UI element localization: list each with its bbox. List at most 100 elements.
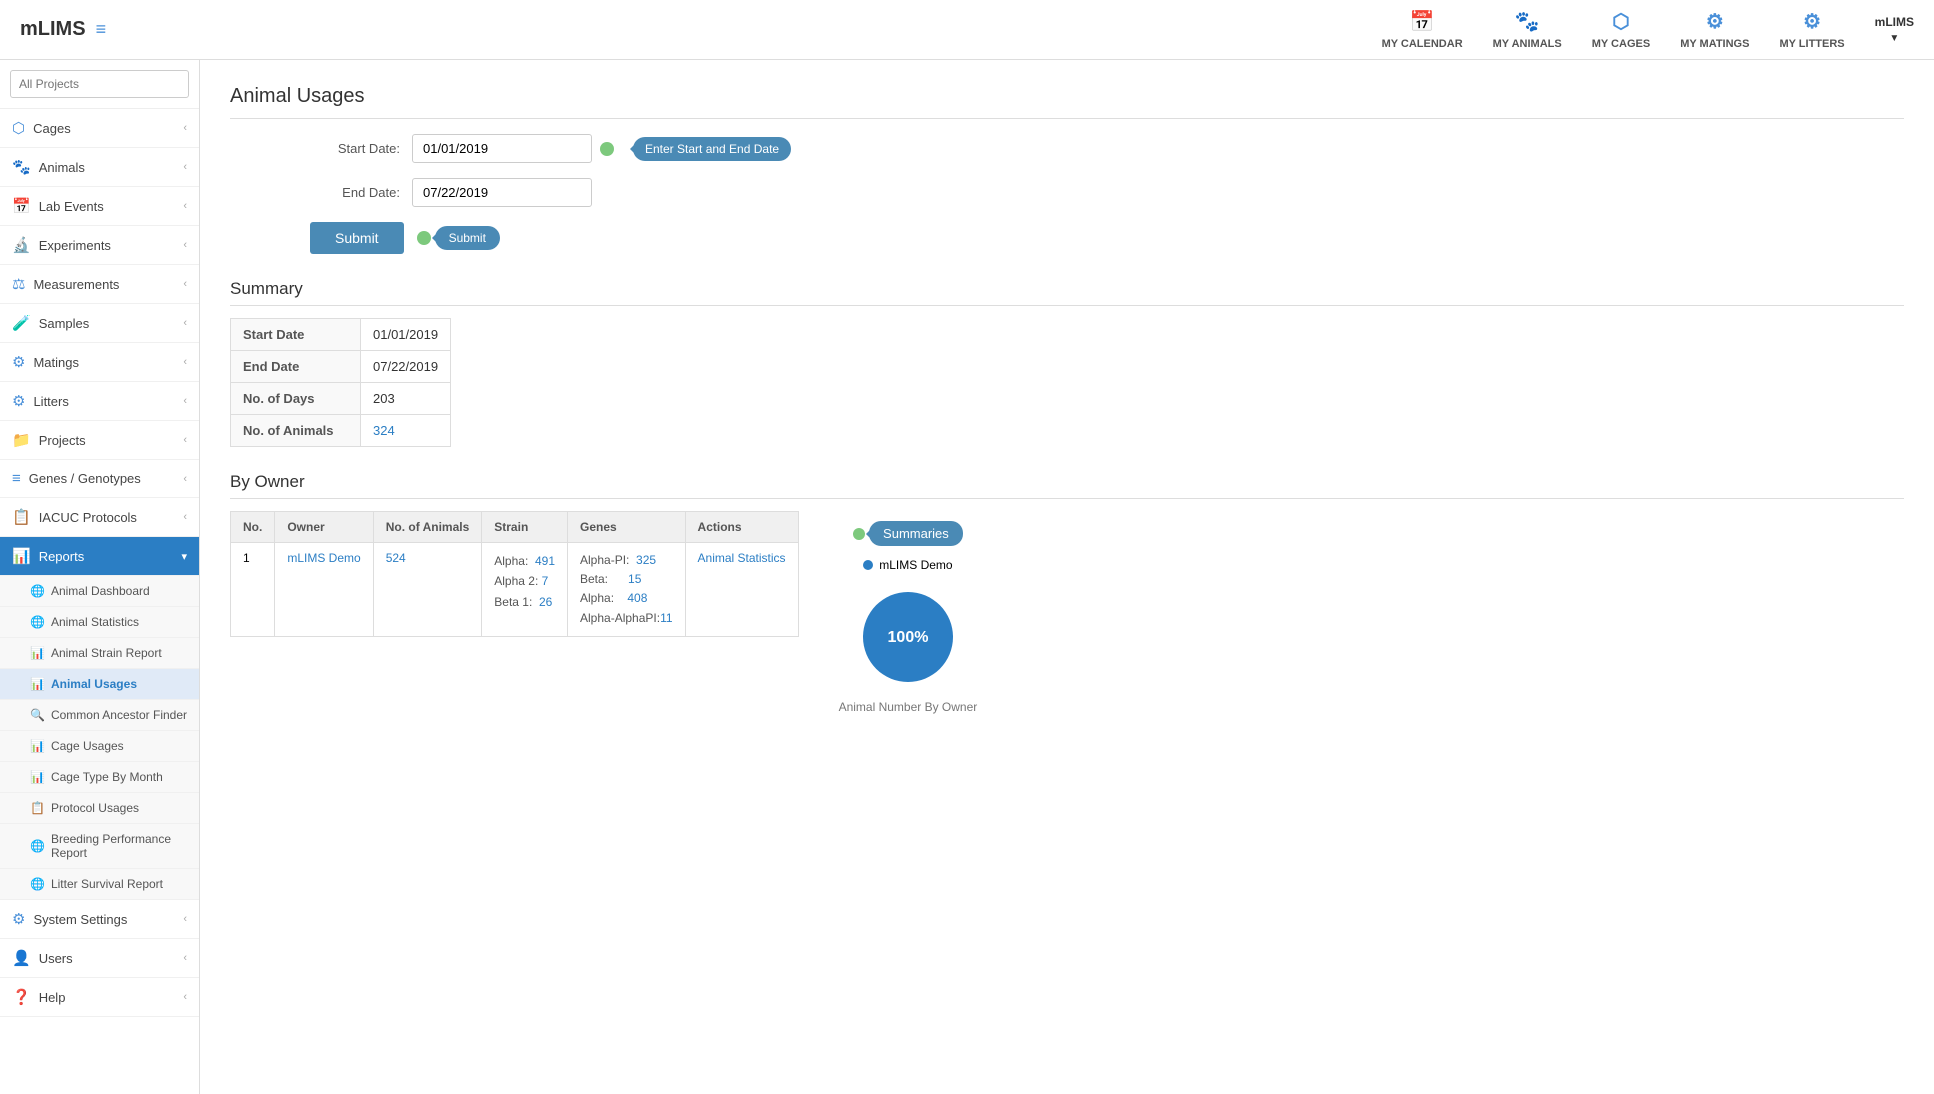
sidebar-item-iacuc[interactable]: 📋 IACUC Protocols ‹ bbox=[0, 498, 199, 537]
num-animals-link[interactable]: 524 bbox=[386, 551, 406, 565]
cell-strain: Alpha: 491 Alpha 2: 7 Beta 1: 26 bbox=[482, 543, 568, 637]
sub-animal-strain-label: Animal Strain Report bbox=[51, 646, 162, 660]
sub-protocol-usages-label: Protocol Usages bbox=[51, 801, 139, 815]
col-strain: Strain bbox=[482, 512, 568, 543]
nav-my-litters[interactable]: ⚙ MY LITTERS bbox=[1779, 9, 1844, 50]
sidebar-item-lab-events[interactable]: 📅 Lab Events ‹ bbox=[0, 187, 199, 226]
sidebar-measurements-label: Measurements bbox=[33, 277, 183, 292]
end-date-label: End Date: bbox=[310, 185, 400, 200]
sub-breeding-performance[interactable]: 🌐 Breeding Performance Report bbox=[0, 824, 199, 869]
sidebar-item-cages[interactable]: ⬡ Cages ‹ bbox=[0, 109, 199, 148]
sub-litter-survival[interactable]: 🌐 Litter Survival Report bbox=[0, 869, 199, 900]
sidebar-item-reports[interactable]: 📊 Reports ▾ bbox=[0, 537, 199, 576]
sub-cage-usages[interactable]: 📊 Cage Usages bbox=[0, 731, 199, 762]
nav-my-cages[interactable]: ⬡ MY CAGES bbox=[1592, 9, 1650, 50]
strain-beta1-link[interactable]: 26 bbox=[539, 595, 552, 609]
reports-nav-icon: 📊 bbox=[12, 547, 31, 565]
sidebar-help-label: Help bbox=[39, 990, 184, 1005]
iacuc-arrow-icon: ‹ bbox=[183, 511, 187, 523]
sub-animal-strain-report[interactable]: 📊 Animal Strain Report bbox=[0, 638, 199, 669]
projects-nav-icon: 📁 bbox=[12, 431, 31, 449]
summaries-button[interactable]: Summaries bbox=[869, 521, 963, 546]
nav-my-matings[interactable]: ⚙ MY MATINGS bbox=[1680, 9, 1749, 50]
user-menu[interactable]: mLIMS ▼ bbox=[1875, 15, 1914, 44]
sidebar-matings-label: Matings bbox=[33, 355, 183, 370]
sub-animal-statistics[interactable]: 🌐 Animal Statistics bbox=[0, 607, 199, 638]
submit-button[interactable]: Submit bbox=[310, 222, 404, 254]
system-settings-arrow: ‹ bbox=[183, 913, 187, 925]
end-date-input[interactable] bbox=[412, 178, 592, 207]
sidebar-lab-events-label: Lab Events bbox=[39, 199, 184, 214]
by-owner-title: By Owner bbox=[230, 472, 1904, 499]
projects-arrow-icon: ‹ bbox=[183, 434, 187, 446]
sub-animal-usages[interactable]: 📊 Animal Usages bbox=[0, 669, 199, 700]
sidebar-item-animals[interactable]: 🐾 Animals ‹ bbox=[0, 148, 199, 187]
sidebar-item-projects[interactable]: 📁 Projects ‹ bbox=[0, 421, 199, 460]
sidebar-item-users[interactable]: 👤 Users ‹ bbox=[0, 939, 199, 978]
strain-alpha2-link[interactable]: 7 bbox=[542, 574, 549, 588]
cell-owner[interactable]: mLIMS Demo bbox=[275, 543, 373, 637]
lab-events-nav-icon: 📅 bbox=[12, 197, 31, 215]
summary-animals-value[interactable]: 324 bbox=[361, 415, 451, 447]
hamburger-icon[interactable]: ≡ bbox=[96, 19, 107, 40]
animals-count-link[interactable]: 324 bbox=[373, 423, 395, 438]
sidebar-item-samples[interactable]: 🧪 Samples ‹ bbox=[0, 304, 199, 343]
submit-tooltip-area: Submit bbox=[409, 226, 500, 250]
common-ancestor-icon: 🔍 bbox=[30, 708, 45, 722]
summary-end-date-label: End Date bbox=[231, 351, 361, 383]
sub-protocol-usages[interactable]: 📋 Protocol Usages bbox=[0, 793, 199, 824]
cell-genes: Alpha-PI: 325 Beta: 15 Alpha: 408 Alpha-… bbox=[568, 543, 686, 637]
gene-alpha: 408 bbox=[627, 591, 647, 605]
sidebar-iacuc-label: IACUC Protocols bbox=[39, 510, 184, 525]
animal-statistics-action-link[interactable]: Animal Statistics bbox=[698, 551, 786, 565]
sub-cage-type-by-month[interactable]: 📊 Cage Type By Month bbox=[0, 762, 199, 793]
top-nav-right: 📅 MY CALENDAR 🐾 MY ANIMALS ⬡ MY CAGES ⚙ … bbox=[1382, 9, 1914, 50]
litters-nav-icon: ⚙ bbox=[12, 392, 25, 410]
nav-my-animals[interactable]: 🐾 MY ANIMALS bbox=[1493, 9, 1562, 50]
chart-area: Summaries mLIMS Demo 100% Animal Number … bbox=[839, 521, 978, 714]
sidebar: ⬡ Cages ‹ 🐾 Animals ‹ 📅 Lab Events ‹ 🔬 E… bbox=[0, 60, 200, 1094]
strain-alpha-link[interactable]: 491 bbox=[535, 554, 555, 568]
sub-common-ancestor[interactable]: 🔍 Common Ancestor Finder bbox=[0, 700, 199, 731]
cell-actions[interactable]: Animal Statistics bbox=[685, 543, 798, 637]
litter-survival-icon: 🌐 bbox=[30, 877, 45, 891]
sidebar-animals-label: Animals bbox=[39, 160, 184, 175]
sidebar-item-genes[interactable]: ≡ Genes / Genotypes ‹ bbox=[0, 460, 199, 498]
animals-arrow-icon: ‹ bbox=[183, 161, 187, 173]
by-owner-table: No. Owner No. of Animals Strain Genes Ac… bbox=[230, 511, 799, 637]
sidebar-item-litters[interactable]: ⚙ Litters ‹ bbox=[0, 382, 199, 421]
page-title: Animal Usages bbox=[230, 85, 1904, 119]
summary-title: Summary bbox=[230, 279, 1904, 306]
col-owner: Owner bbox=[275, 512, 373, 543]
summary-animals-row: No. of Animals 324 bbox=[231, 415, 451, 447]
sidebar-item-matings[interactable]: ⚙ Matings ‹ bbox=[0, 343, 199, 382]
sidebar-reports-label: Reports bbox=[39, 549, 182, 564]
sidebar-item-experiments[interactable]: 🔬 Experiments ‹ bbox=[0, 226, 199, 265]
nav-my-matings-label: MY MATINGS bbox=[1680, 38, 1749, 50]
project-search-input[interactable] bbox=[10, 70, 189, 98]
sidebar-search-area bbox=[0, 60, 199, 109]
nav-my-calendar[interactable]: 📅 MY CALENDAR bbox=[1382, 9, 1463, 50]
animal-strain-icon: 📊 bbox=[30, 646, 45, 660]
cell-num-animals[interactable]: 524 bbox=[373, 543, 482, 637]
gene-beta: 15 bbox=[628, 572, 641, 586]
start-date-input[interactable] bbox=[412, 134, 592, 163]
col-num-animals: No. of Animals bbox=[373, 512, 482, 543]
sidebar-experiments-label: Experiments bbox=[39, 238, 184, 253]
gene-alpha-alpha-pi: 11 bbox=[660, 611, 672, 625]
top-nav: mLIMS ≡ 📅 MY CALENDAR 🐾 MY ANIMALS ⬡ MY … bbox=[0, 0, 1934, 60]
summary-days-label: No. of Days bbox=[231, 383, 361, 415]
chart-label: Animal Number By Owner bbox=[839, 700, 978, 714]
sub-animal-dashboard[interactable]: 🌐 Animal Dashboard bbox=[0, 576, 199, 607]
sub-animal-usages-label: Animal Usages bbox=[51, 677, 137, 691]
nav-my-animals-label: MY ANIMALS bbox=[1493, 38, 1562, 50]
cage-usages-icon: 📊 bbox=[30, 739, 45, 753]
nav-my-cages-label: MY CAGES bbox=[1592, 38, 1650, 50]
end-date-row: End Date: bbox=[310, 178, 1904, 207]
sidebar-item-measurements[interactable]: ⚖ Measurements ‹ bbox=[0, 265, 199, 304]
sidebar-item-system-settings[interactable]: ⚙ System Settings ‹ bbox=[0, 900, 199, 939]
sub-animal-dashboard-label: Animal Dashboard bbox=[51, 584, 150, 598]
sub-cage-type-label: Cage Type By Month bbox=[51, 770, 163, 784]
owner-link[interactable]: mLIMS Demo bbox=[287, 551, 360, 565]
sidebar-item-help[interactable]: ❓ Help ‹ bbox=[0, 978, 199, 1017]
